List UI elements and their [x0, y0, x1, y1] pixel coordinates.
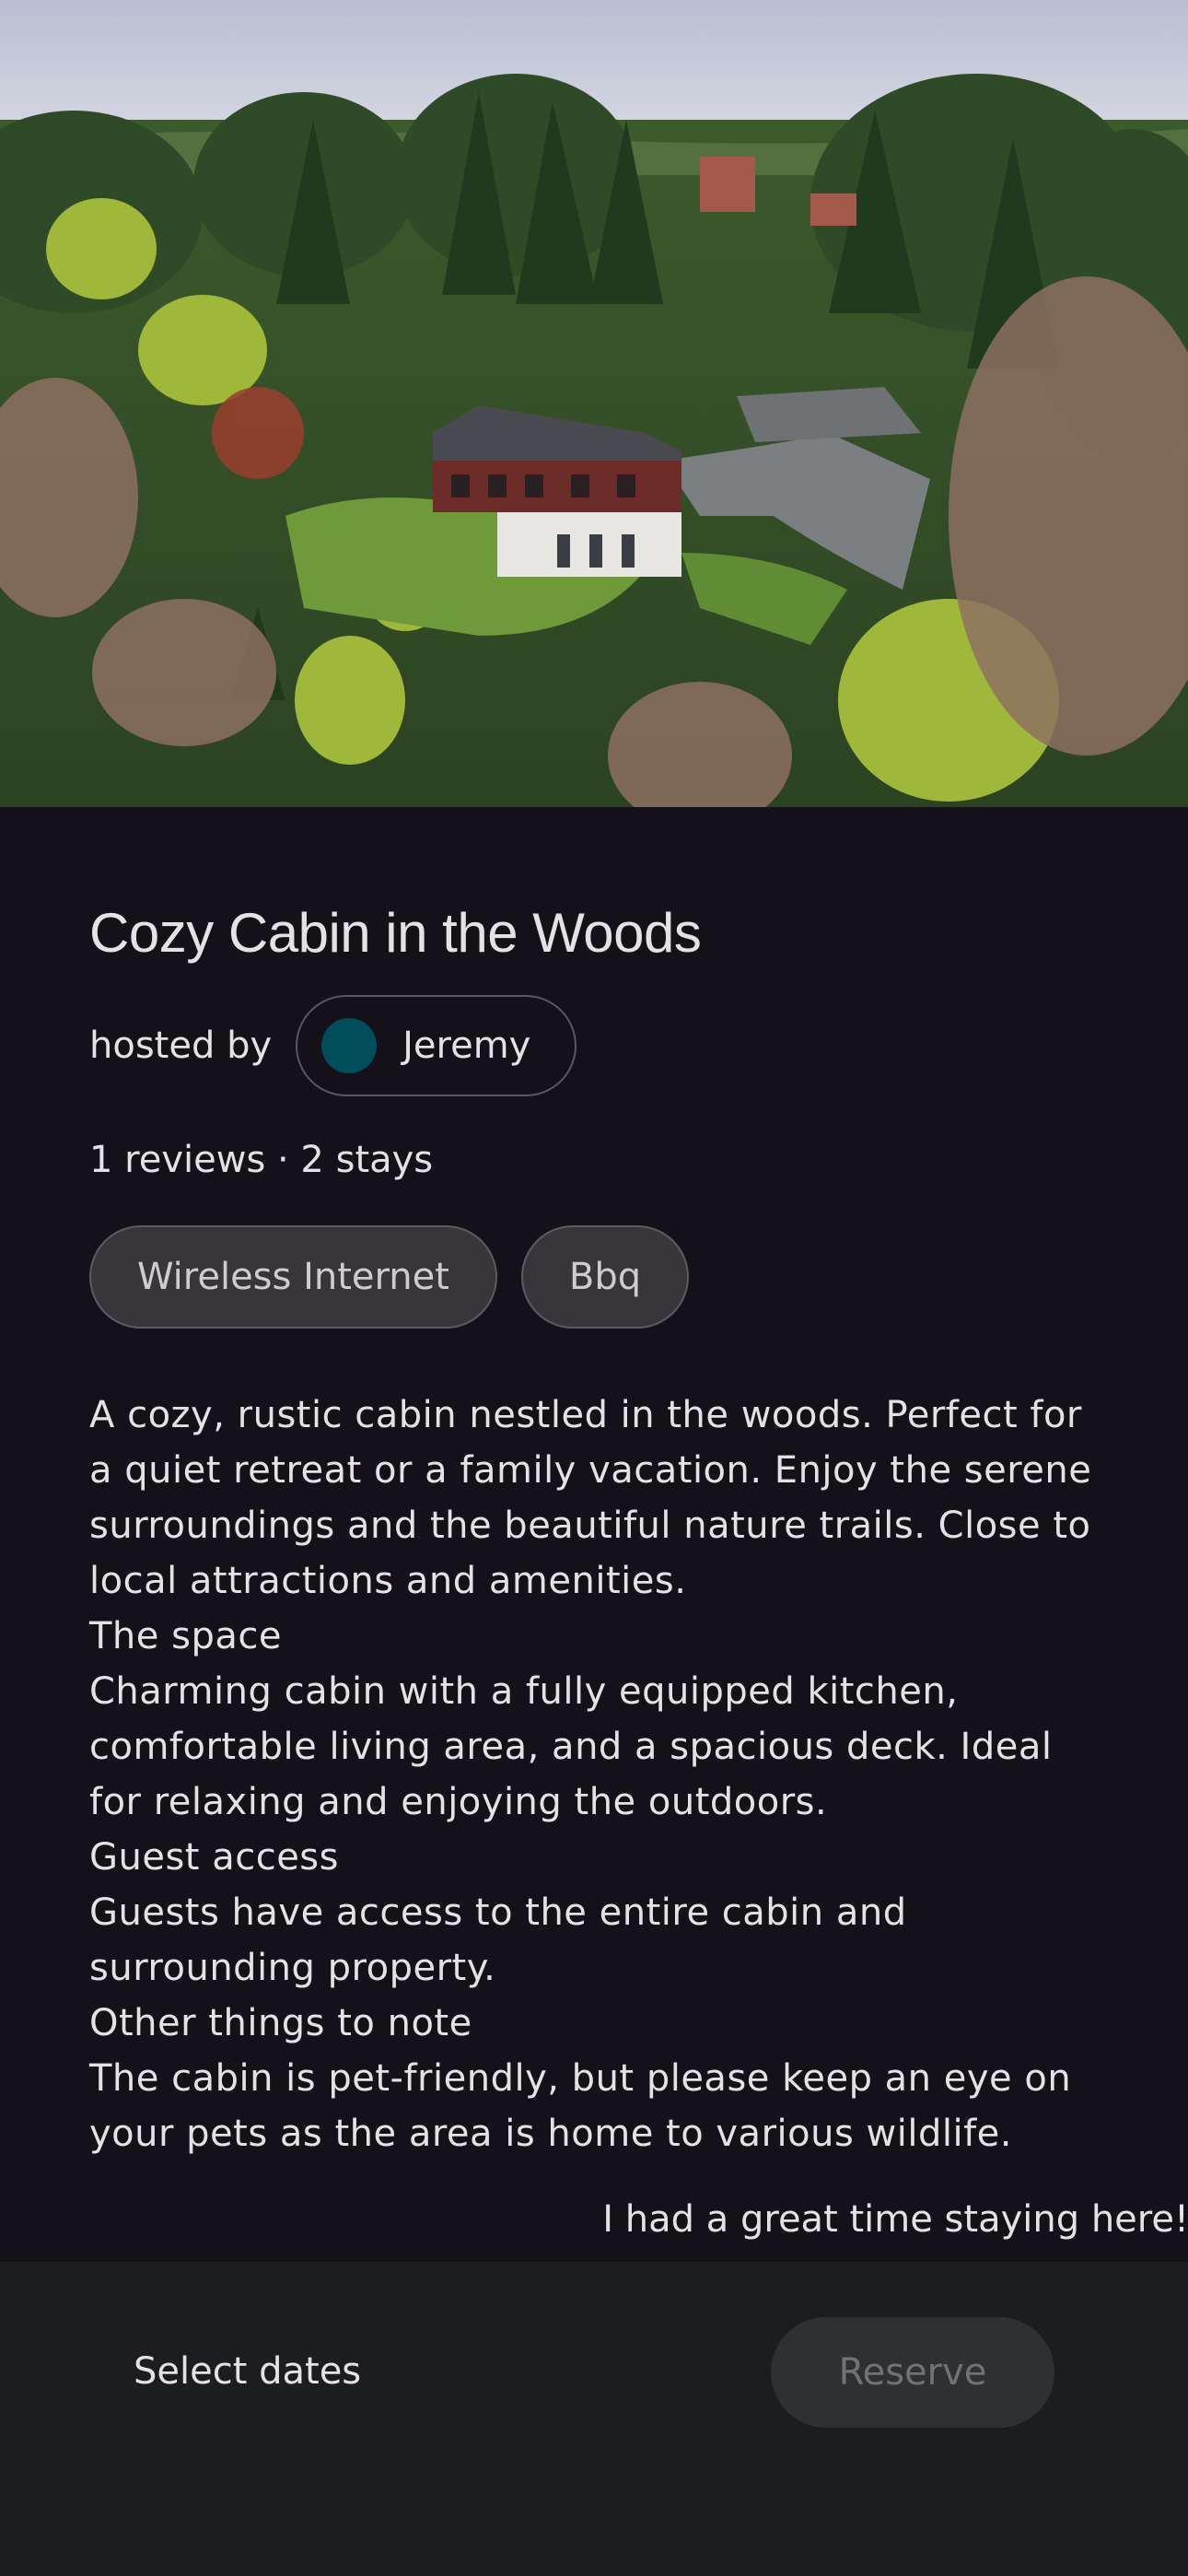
description-heading-other: Other things to note — [89, 2002, 472, 2044]
select-dates-button[interactable]: Select dates — [134, 2350, 361, 2393]
description-other: The cabin is pet-friendly, but please ke… — [89, 2057, 1072, 2155]
review-snippet: I had a great time staying here! — [602, 2198, 1188, 2241]
listing-title: Cozy Cabin in the Woods — [89, 902, 702, 964]
host-chip[interactable]: Jeremy — [296, 995, 577, 1096]
hosted-by-label: hosted by — [89, 1025, 273, 1067]
listing-stats: 1 reviews · 2 stays — [89, 1139, 434, 1181]
host-name: Jeremy — [402, 1025, 531, 1067]
amenity-chips: Wireless Internet Bbq — [89, 1225, 690, 1329]
description-summary: A cozy, rustic cabin nestled in the wood… — [89, 1394, 1092, 1602]
description-space: Charming cabin with a fully equipped kit… — [89, 1670, 1053, 1823]
listing-hero-image — [0, 0, 1188, 807]
reserve-button[interactable]: Reserve — [771, 2317, 1054, 2428]
host-row: hosted by Jeremy — [89, 993, 577, 1098]
description-heading-space: The space — [89, 1615, 282, 1657]
bottom-booking-bar: Select dates Reserve — [0, 2262, 1188, 2576]
amenity-chip-wireless-internet[interactable]: Wireless Internet — [89, 1225, 497, 1329]
host-avatar — [321, 1018, 378, 1073]
description-guest-access: Guests have access to the entire cabin a… — [89, 1891, 907, 1989]
listing-description: A cozy, rustic cabin nestled in the wood… — [89, 1388, 1102, 2161]
description-heading-guest-access: Guest access — [89, 1836, 339, 1879]
amenity-chip-bbq[interactable]: Bbq — [520, 1225, 690, 1329]
